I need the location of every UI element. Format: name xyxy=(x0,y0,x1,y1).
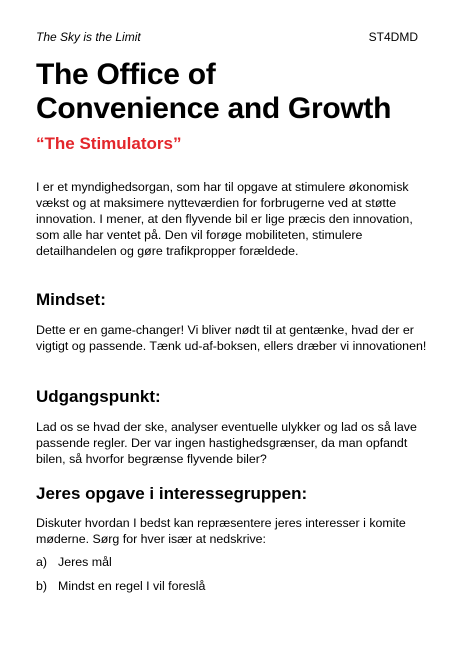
section-heading-udgangspunkt: Udgangspunkt: xyxy=(36,387,161,406)
section-heading-mindset: Mindset: xyxy=(36,290,106,309)
title-line-1: The Office of xyxy=(36,58,216,91)
section-heading-opgave: Jeres opgave i interessegruppen: xyxy=(36,484,308,503)
section-text-mindset: Dette er en game-changer! Vi bliver nødt… xyxy=(36,323,427,353)
series-title: The Sky is the Limit xyxy=(36,30,141,44)
intro-paragraph: I er et myndighedsorgan, som har til opg… xyxy=(36,180,413,258)
section-text-udgangspunkt: Lad os se hvad der ske, analyser eventue… xyxy=(36,420,417,466)
list-marker: a) xyxy=(36,555,48,569)
page-subtitle: “The Stimulators” xyxy=(36,134,182,153)
document-code: ST4DMD xyxy=(368,30,418,44)
list-item-text: Mindst en regel I vil foreslå xyxy=(58,579,206,593)
list-item: a) Jeres mål xyxy=(36,555,112,569)
section-text-opgave: Diskuter hvordan I bedst kan repræsenter… xyxy=(36,516,406,546)
page-title: The Office of Convenience and Growth xyxy=(36,58,436,126)
page-header: The Sky is the Limit ST4DMD xyxy=(36,30,418,46)
document-page: The Sky is the Limit ST4DMD The Office o… xyxy=(0,0,460,661)
list-marker: b) xyxy=(36,579,48,593)
title-line-2: Convenience and Growth xyxy=(36,92,392,125)
list-item: b) Mindst en regel I vil foreslå xyxy=(36,579,205,593)
list-item-text: Jeres mål xyxy=(58,555,112,569)
